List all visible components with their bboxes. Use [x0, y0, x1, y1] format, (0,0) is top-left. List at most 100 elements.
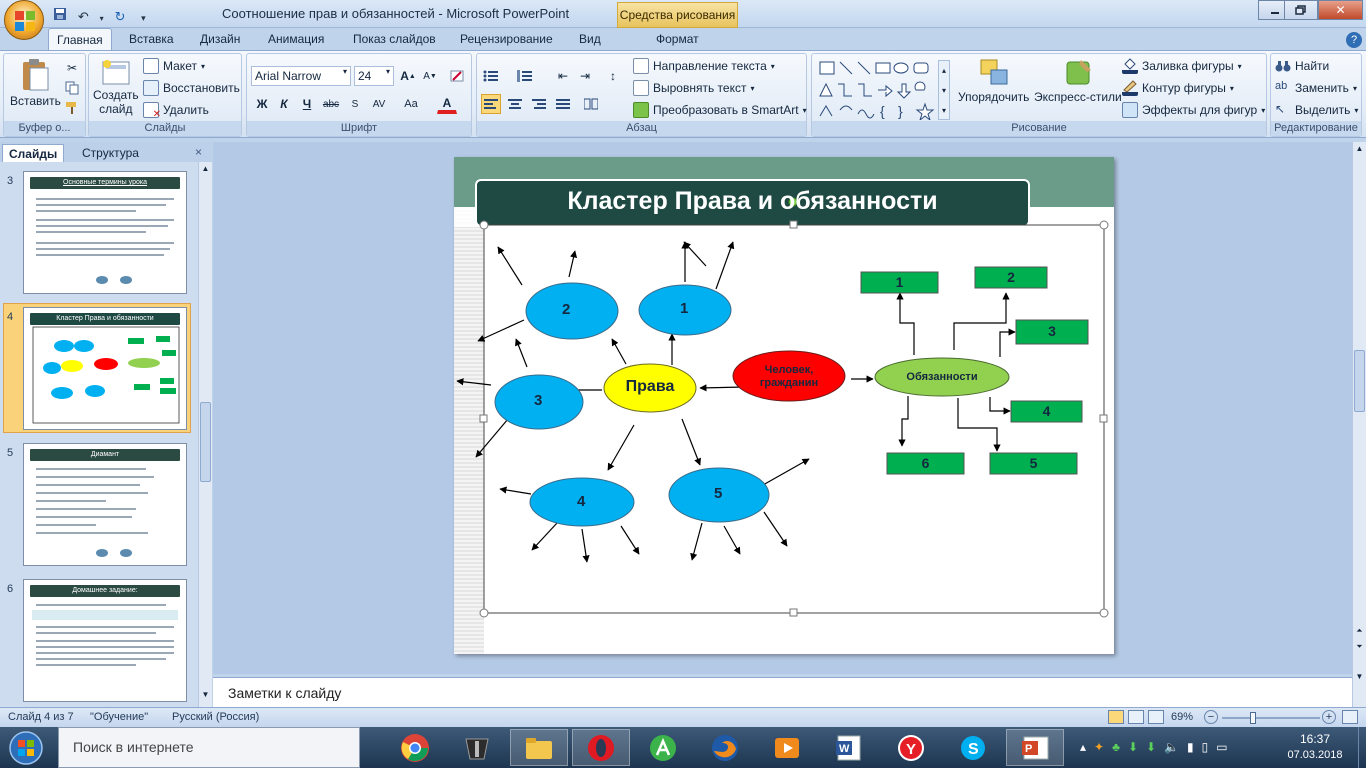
font-name-dropdown-icon[interactable]: ▾ — [343, 67, 347, 76]
selection-handle[interactable] — [479, 414, 488, 423]
tray-app-icon[interactable]: ✦ — [1094, 740, 1104, 754]
scroll-thumb[interactable] — [200, 402, 211, 482]
change-case-button[interactable]: Aa — [401, 94, 421, 114]
copy-icon[interactable] — [62, 78, 82, 98]
line-spacing-icon[interactable]: ↕ — [603, 66, 623, 86]
tab-outline-pane[interactable]: Структура — [76, 144, 145, 162]
grow-font-icon[interactable]: A ▲ — [398, 66, 418, 86]
slideshow-view-icon[interactable] — [1148, 710, 1164, 724]
zoom-level[interactable]: 69% — [1171, 711, 1193, 723]
network-icon[interactable]: ▯ — [1202, 740, 1209, 754]
scroll-down-icon[interactable]: ▼ — [1354, 672, 1365, 684]
selection-handle[interactable] — [1099, 220, 1109, 230]
align-text-button[interactable]: Выровнять текст ▾ — [633, 80, 755, 96]
taskbar-explorer[interactable] — [510, 729, 568, 766]
power-icon[interactable]: ▮ — [1187, 740, 1194, 754]
tab-view[interactable]: Вид — [571, 28, 609, 50]
undo-dropdown-icon[interactable]: ▾ — [97, 9, 107, 29]
taskbar-opera[interactable] — [572, 729, 630, 766]
selection-handle[interactable] — [479, 220, 489, 230]
scroll-up-icon[interactable]: ▲ — [1354, 144, 1365, 156]
selection-handle[interactable] — [789, 608, 798, 617]
tab-slideshow[interactable]: Показ слайдов — [345, 28, 444, 50]
scroll-down-icon[interactable]: ▼ — [200, 690, 211, 702]
slide-thumbnail-4[interactable]: Кластер Права и обязанности — [23, 307, 187, 430]
underline-button[interactable]: Ч — [297, 94, 317, 114]
quick-styles-button[interactable]: Экспресс-стили — [1034, 58, 1122, 104]
selection-handle[interactable] — [479, 608, 489, 618]
selection-handle[interactable] — [789, 220, 798, 229]
slide-scrollbar[interactable]: ▲ ⏶ ⏷ ▼ — [1352, 142, 1366, 707]
scroll-up-icon[interactable]: ▲ — [200, 164, 211, 176]
justify-icon[interactable] — [553, 94, 573, 114]
show-desktop-button[interactable] — [1358, 727, 1366, 768]
tray-download-icon[interactable]: ⬇ — [1128, 740, 1138, 754]
selection-handle[interactable] — [1099, 608, 1109, 618]
slide-thumbnail-6[interactable]: Домашнее задание: — [23, 579, 187, 702]
new-slide-button[interactable]: Создать слайд — [93, 58, 139, 116]
shape-fill-button[interactable]: Заливка фигуры ▾ — [1122, 58, 1242, 74]
paste-button[interactable]: Вставить — [10, 58, 61, 108]
undo-icon[interactable]: ↶ — [73, 7, 93, 27]
tab-animation[interactable]: Анимация — [260, 28, 332, 50]
tray-clover-icon[interactable]: ♣ — [1112, 740, 1120, 754]
shapes-gallery[interactable]: { } — [818, 60, 948, 122]
clear-format-icon[interactable] — [447, 66, 467, 86]
language-indicator[interactable]: Русский (Россия) — [172, 711, 259, 723]
selection-handle[interactable] — [1099, 414, 1108, 423]
tray-update-icon[interactable]: ⬇ — [1146, 740, 1156, 754]
taskbar-clock[interactable]: 16:37 07.03.2018 — [1280, 731, 1350, 763]
next-slide-icon[interactable]: ⏷ — [1354, 642, 1365, 656]
format-painter-icon[interactable] — [62, 98, 82, 118]
delete-slide-button[interactable]: ✕ Удалить — [143, 102, 209, 120]
slide-thumbnail-5[interactable]: Диамант — [23, 443, 187, 566]
office-button[interactable] — [4, 0, 44, 40]
rights-node-2[interactable] — [525, 282, 619, 340]
action-center-icon[interactable]: ▭ — [1216, 740, 1227, 754]
text-direction-button[interactable]: Направление текста ▾ — [633, 58, 775, 74]
tab-design[interactable]: Дизайн — [192, 28, 248, 50]
slide-canvas[interactable]: Кластер Права и обязанности 2 1 3 4 5 Пр… — [454, 157, 1114, 654]
taskbar-media-player[interactable] — [758, 729, 816, 766]
previous-slide-icon[interactable]: ⏶ — [1354, 626, 1365, 640]
taskbar-app-green[interactable] — [634, 729, 692, 766]
select-button[interactable]: ↖ Выделить ▾ — [1275, 102, 1358, 118]
bullets-icon[interactable] — [481, 66, 501, 86]
align-left-icon[interactable] — [481, 94, 501, 114]
italic-button[interactable]: К — [274, 94, 294, 114]
taskbar-powerpoint[interactable]: P — [1006, 729, 1064, 766]
bold-button[interactable]: Ж — [252, 94, 272, 114]
align-right-icon[interactable] — [529, 94, 549, 114]
layout-button[interactable]: Макет ▾ — [143, 58, 205, 74]
tab-review[interactable]: Рецензирование — [452, 28, 561, 50]
slide-thumbnail-3[interactable]: Основные термины урока — [23, 171, 187, 294]
redo-icon[interactable]: ↻ — [110, 7, 130, 27]
slide-sorter-icon[interactable] — [1128, 710, 1144, 724]
scroll-thumb[interactable] — [1354, 350, 1365, 412]
tab-format[interactable]: Формат — [648, 28, 707, 50]
zoom-slider-thumb[interactable] — [1250, 712, 1256, 724]
normal-view-icon[interactable] — [1108, 710, 1124, 724]
reset-button[interactable]: Восстановить — [143, 80, 240, 96]
customize-qat-icon[interactable]: ▾ — [133, 9, 153, 29]
shadow-button[interactable]: S — [345, 94, 365, 114]
volume-icon[interactable]: 🔈 — [1164, 740, 1179, 754]
close-button[interactable]: ✕ — [1318, 0, 1363, 20]
tab-insert[interactable]: Вставка — [121, 28, 182, 50]
replace-button[interactable]: ab Заменить ▾ — [1275, 80, 1357, 96]
fit-to-window-icon[interactable] — [1342, 710, 1358, 724]
taskbar-word[interactable]: W — [820, 729, 878, 766]
align-center-icon[interactable] — [505, 94, 525, 114]
tab-home[interactable]: Главная — [48, 28, 112, 50]
shapes-gallery-scroll[interactable]: ▴ ▾ ▾ — [938, 60, 950, 120]
taskbar-yandex[interactable]: Y — [882, 729, 940, 766]
taskbar-chrome[interactable] — [386, 729, 444, 766]
zoom-in-icon[interactable]: + — [1322, 710, 1336, 724]
font-color-button[interactable]: A — [437, 94, 457, 114]
shape-effects-button[interactable]: Эффекты для фигур ▾ — [1122, 102, 1265, 118]
tray-expand-icon[interactable]: ▴ — [1080, 740, 1086, 754]
save-icon[interactable] — [50, 4, 70, 24]
tab-slides-pane[interactable]: Слайды — [2, 144, 65, 162]
close-pane-icon[interactable]: × — [195, 145, 202, 159]
help-icon[interactable]: ? — [1346, 32, 1362, 48]
